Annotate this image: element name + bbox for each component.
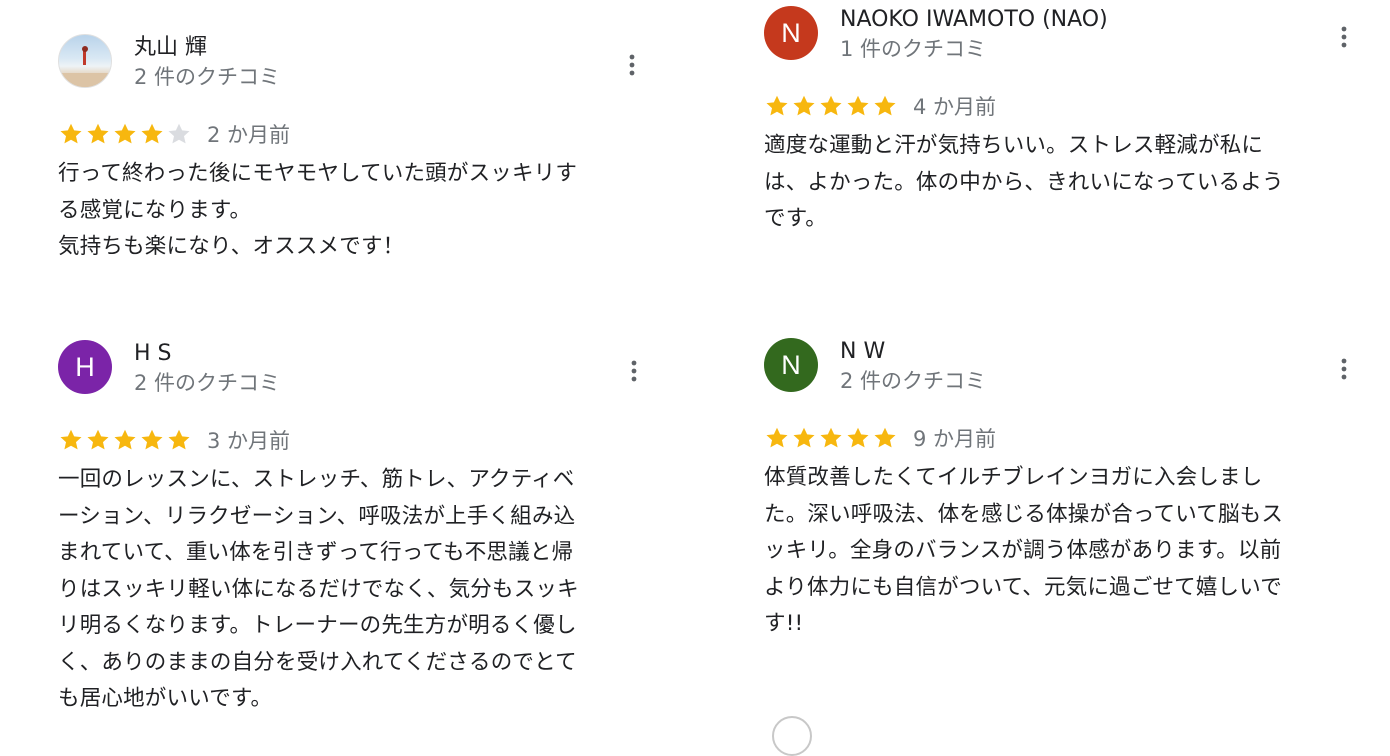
avatar-letter: N: [781, 17, 801, 48]
avatar[interactable]: N: [764, 338, 818, 392]
review-card: H H S 2 件のクチコミ 3 か月前 一回のレッスンに、ストレッチ、筋トレ、…: [58, 338, 648, 718]
avatar[interactable]: N: [764, 6, 818, 60]
more-options-button[interactable]: [622, 50, 642, 80]
star-filled-icon: [766, 95, 788, 116]
more-vert-icon: [631, 360, 637, 382]
more-options-button[interactable]: [1334, 354, 1354, 384]
reviewer-name[interactable]: N W: [840, 338, 885, 366]
star-filled-icon: [114, 429, 136, 450]
star-filled-icon: [793, 427, 815, 448]
review-date: 3 か月前: [207, 429, 291, 453]
review-header: N N W 2 件のクチコミ: [764, 336, 1364, 398]
star-rating: [58, 427, 193, 453]
star-rating: [58, 121, 193, 147]
person-photo-icon: [59, 46, 111, 87]
review-header: H H S 2 件のクチコミ: [58, 338, 648, 400]
more-vert-icon: [1341, 26, 1347, 48]
review-date: 2 か月前: [207, 123, 291, 147]
star-filled-icon: [141, 429, 163, 450]
avatar[interactable]: [58, 34, 112, 88]
rating-row: 2 か月前: [58, 118, 648, 150]
review-header: 丸山 輝 2 件のクチコミ: [58, 32, 648, 94]
star-filled-icon: [60, 123, 82, 144]
star-rating: [764, 93, 899, 119]
star-filled-icon: [87, 429, 109, 450]
star-rating: [764, 425, 899, 451]
star-filled-icon: [820, 427, 842, 448]
star-filled-icon: [141, 123, 163, 144]
avatar[interactable]: [772, 716, 812, 756]
star-filled-icon: [874, 95, 896, 116]
star-filled-icon: [847, 427, 869, 448]
rating-row: 9 か月前: [764, 422, 1364, 454]
more-options-button[interactable]: [624, 356, 644, 386]
review-count: 2 件のクチコミ: [840, 369, 987, 393]
reviewer-name[interactable]: NAOKO IWAMOTO (NAO): [840, 6, 1108, 34]
review-card: N NAOKO IWAMOTO (NAO) 1 件のクチコミ 4 か月前 適度な…: [764, 4, 1364, 238]
star-filled-icon: [60, 429, 82, 450]
more-options-button[interactable]: [1334, 22, 1354, 52]
star-filled-icon: [766, 427, 788, 448]
avatar[interactable]: H: [58, 340, 112, 394]
review-text: 一回のレッスンに、ストレッチ、筋トレ、アクティベ ーション、リラクゼーション、呼…: [58, 467, 579, 711]
reviewer-name[interactable]: 丸山 輝: [134, 34, 207, 62]
review-count: 2 件のクチコミ: [134, 65, 281, 89]
review-card: N N W 2 件のクチコミ 9 か月前 体質改善したくてイルチブレインヨガに入…: [764, 336, 1364, 643]
star-empty-icon: [168, 123, 190, 144]
star-filled-icon: [114, 123, 136, 144]
rating-row: 3 か月前: [58, 424, 648, 456]
star-filled-icon: [874, 427, 896, 448]
star-filled-icon: [87, 123, 109, 144]
review-text: 適度な運動と汗が気持ちいい。ストレス軽減が私に は、よかった。体の中から、きれい…: [764, 133, 1284, 231]
star-filled-icon: [820, 95, 842, 116]
reviewer-name[interactable]: H S: [134, 340, 172, 368]
more-vert-icon: [1341, 358, 1347, 380]
review-text: 体質改善したくてイルチブレインヨガに入会しまし た。深い呼吸法、体を感じる体操が…: [764, 465, 1284, 636]
more-vert-icon: [629, 54, 635, 76]
review-header: N NAOKO IWAMOTO (NAO) 1 件のクチコミ: [764, 4, 1364, 66]
review-card: 丸山 輝 2 件のクチコミ 2 か月前 行って終わった後にモヤモヤしていた頭がス…: [58, 32, 648, 266]
avatar-letter: H: [75, 351, 95, 382]
review-date: 9 か月前: [913, 427, 997, 451]
star-filled-icon: [793, 95, 815, 116]
star-filled-icon: [847, 95, 869, 116]
rating-row: 4 か月前: [764, 90, 1364, 122]
star-filled-icon: [168, 429, 190, 450]
review-count: 1 件のクチコミ: [840, 37, 987, 61]
review-count: 2 件のクチコミ: [134, 371, 281, 395]
avatar-letter: N: [781, 349, 801, 380]
review-date: 4 か月前: [913, 95, 997, 119]
review-text: 行って終わった後にモヤモヤしていた頭がスッキリす る感覚になります。 気持ちも楽…: [58, 161, 578, 259]
